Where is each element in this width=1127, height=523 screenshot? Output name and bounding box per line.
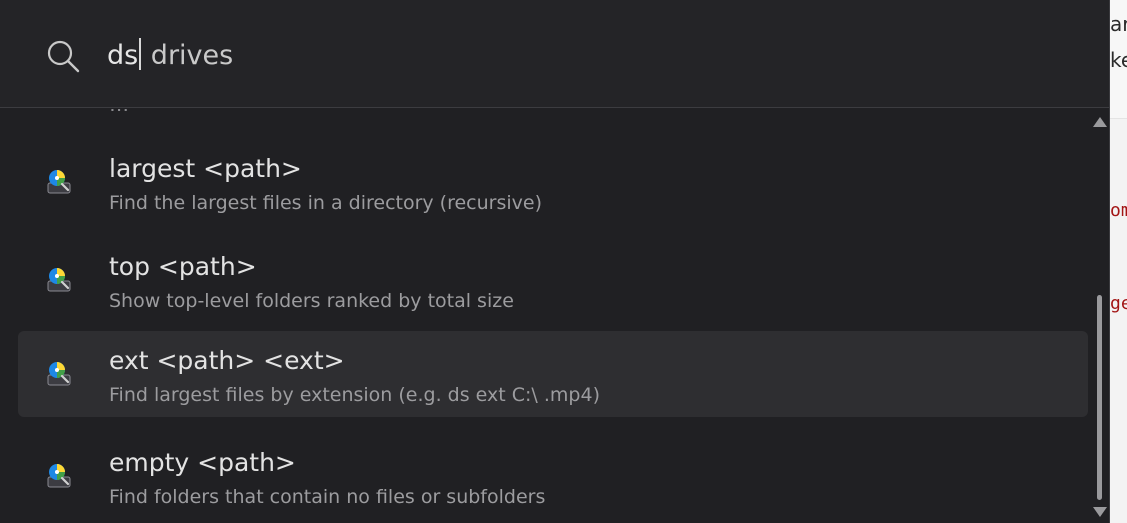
result-item-ext[interactable]: ext <path> <ext> Find largest files by e… — [18, 331, 1088, 417]
search-icon — [47, 40, 80, 73]
disk-analyzer-icon — [47, 268, 71, 292]
background-code-fragment: om — [1110, 200, 1127, 221]
background-code-fragment: ge — [1110, 293, 1127, 314]
results-list: ⋯ largest <path> Find the largest files … — [0, 109, 1090, 523]
search-input[interactable]: ds drives — [107, 36, 233, 76]
partial-row-clipped: ⋯ — [109, 109, 129, 121]
disk-analyzer-icon — [47, 170, 71, 194]
result-title: top <path> — [109, 252, 257, 281]
scroll-up-arrow-icon[interactable] — [1093, 117, 1107, 127]
result-item-top[interactable]: top <path> Show top-level folders ranked… — [18, 237, 1088, 323]
results-scrollbar[interactable] — [1090, 109, 1109, 523]
result-subtitle: Find largest files by extension (e.g. ds… — [109, 384, 600, 406]
result-item-largest[interactable]: largest <path> Find the largest files in… — [18, 139, 1088, 225]
result-subtitle: Find folders that contain no files or su… — [109, 486, 546, 508]
result-subtitle: Show top-level folders ranked by total s… — [109, 290, 514, 312]
text-caret — [139, 38, 142, 70]
scroll-down-arrow-icon[interactable] — [1093, 507, 1107, 517]
background-window: ar ke om ge — [1110, 0, 1127, 523]
result-title: empty <path> — [109, 448, 296, 477]
search-bar[interactable]: ds drives — [0, 0, 1109, 108]
background-text-fragment: ar — [1110, 12, 1127, 36]
result-title: largest <path> — [109, 154, 302, 183]
disk-analyzer-icon — [47, 464, 71, 488]
scrollbar-thumb[interactable] — [1097, 295, 1102, 500]
search-autocomplete-suggestion: drives — [142, 40, 234, 71]
search-typed-text: ds — [107, 40, 139, 71]
result-item-empty[interactable]: empty <path> Find folders that contain n… — [18, 433, 1088, 519]
result-subtitle: Find the largest files in a directory (r… — [109, 192, 543, 214]
result-title: ext <path> <ext> — [109, 346, 345, 375]
background-text-fragment: ke — [1110, 48, 1127, 72]
disk-analyzer-icon — [47, 362, 71, 386]
command-palette: ds drives ⋯ largest <path> Find the larg… — [0, 0, 1110, 523]
